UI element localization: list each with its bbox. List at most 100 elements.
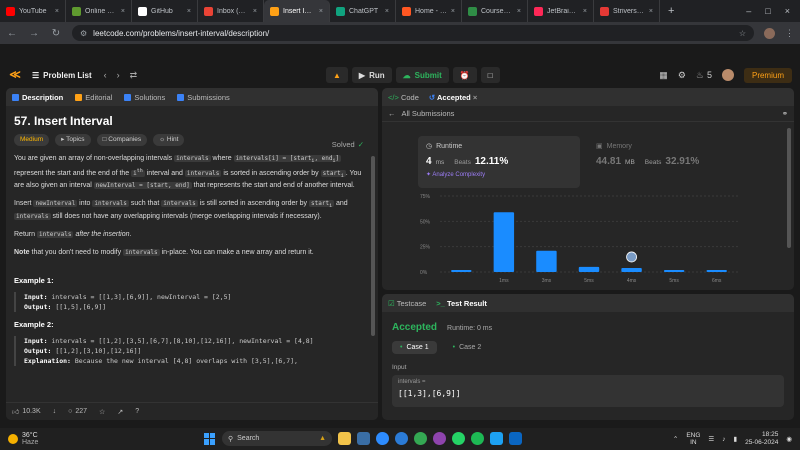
case-tab-1[interactable]: • Case 1 bbox=[392, 341, 437, 354]
tab-accepted[interactable]: ↺ Accepted × bbox=[429, 93, 477, 102]
close-tab-icon[interactable]: × bbox=[55, 8, 59, 15]
case-tab-2[interactable]: • Case 2 bbox=[445, 341, 490, 354]
browser-tab[interactable]: Courses G...× bbox=[462, 0, 528, 22]
zoom-icon[interactable] bbox=[376, 432, 389, 445]
browser-tab[interactable]: ChatGPT × bbox=[330, 0, 396, 22]
edge-icon[interactable] bbox=[395, 432, 408, 445]
analyze-complexity-link[interactable]: ✦ Analyze Complexity bbox=[426, 171, 572, 178]
taskbar-search[interactable]: ⚲ Search ▲ bbox=[222, 431, 332, 446]
clock[interactable]: 18:25 25-06-2024 bbox=[745, 431, 778, 447]
windows-start-icon[interactable] bbox=[204, 432, 216, 445]
chart-bar[interactable] bbox=[493, 212, 515, 272]
notes-button[interactable]: □ bbox=[480, 67, 500, 83]
site-info-icon[interactable]: ⚙ bbox=[80, 29, 87, 38]
help-icon[interactable]: ? bbox=[135, 408, 139, 415]
avatar[interactable] bbox=[721, 69, 734, 81]
chevron-up-icon[interactable]: ⌃ bbox=[673, 435, 678, 443]
streak-counter[interactable]: ♨ 5 bbox=[696, 70, 712, 81]
close-tab-icon[interactable]: × bbox=[253, 8, 257, 15]
notification-icon[interactable]: ◉ bbox=[786, 435, 792, 443]
settings-icon[interactable]: ⚙ bbox=[678, 70, 686, 81]
chart-bar[interactable] bbox=[578, 266, 600, 272]
companies-tag[interactable]: □ Companies bbox=[96, 134, 148, 146]
back-arrow-icon[interactable]: ← bbox=[388, 109, 396, 118]
shuffle-icon[interactable]: ⇄ bbox=[130, 70, 138, 81]
topics-tag[interactable]: ▸ Topics bbox=[55, 134, 91, 146]
tab-solutions[interactable]: Solutions bbox=[124, 93, 165, 102]
next-problem-icon[interactable]: › bbox=[117, 70, 120, 81]
favorite-icon[interactable]: ☆ bbox=[99, 408, 105, 416]
memory-card[interactable]: ▣ Memory 44.81 MB Beats 32.91% bbox=[588, 136, 750, 188]
runtime-card[interactable]: ◷ Runtime 4 ms Beats 12.11% ✦ Analyze Com… bbox=[418, 136, 580, 188]
spotify-icon[interactable] bbox=[471, 432, 484, 445]
comments-button[interactable]: ○ 227 bbox=[68, 408, 87, 415]
maximize-icon[interactable]: □ bbox=[765, 6, 770, 16]
tab-code[interactable]: </> Code bbox=[388, 93, 419, 102]
url-bar[interactable]: ⚙ leetcode.com/problems/insert-interval/… bbox=[72, 25, 754, 41]
volume-icon[interactable]: ♪ bbox=[722, 436, 725, 443]
close-tab-icon[interactable]: × bbox=[385, 8, 389, 15]
chart-bar[interactable] bbox=[451, 269, 472, 272]
layout-icon[interactable]: ▦ bbox=[659, 70, 668, 81]
submission-scrollbar[interactable] bbox=[787, 128, 791, 248]
description-scrollbar[interactable] bbox=[371, 156, 375, 336]
browser-tab[interactable]: GitHub × bbox=[132, 0, 198, 22]
chart-bar[interactable] bbox=[663, 269, 685, 272]
like-button[interactable]: 👍︎ 10.3K bbox=[12, 407, 41, 416]
battery-icon[interactable]: ▮ bbox=[734, 435, 738, 443]
hint-tag[interactable]: ☼ Hint bbox=[153, 134, 185, 146]
language-indicator[interactable]: ENG IN bbox=[686, 432, 700, 446]
share-icon[interactable]: ↗ bbox=[117, 408, 123, 416]
bookmark-star-icon[interactable]: ☆ bbox=[739, 29, 746, 38]
run-button[interactable]: ▶ Run bbox=[351, 67, 392, 83]
close-window-icon[interactable]: × bbox=[785, 6, 790, 16]
wifi-icon[interactable]: ☰ bbox=[708, 435, 714, 443]
browser-tab[interactable]: JetBrains ...× bbox=[528, 0, 594, 22]
whatsapp-icon[interactable] bbox=[452, 432, 465, 445]
forward-arrow-icon[interactable]: → bbox=[28, 28, 40, 39]
close-tab-icon[interactable]: × bbox=[121, 8, 125, 15]
browser-tab[interactable]: Strivers A...× bbox=[594, 0, 660, 22]
close-tab-icon[interactable]: × bbox=[517, 8, 521, 15]
chart-bar[interactable] bbox=[621, 267, 642, 272]
browser-tab[interactable]: Insert Inte...× bbox=[264, 0, 330, 22]
browser-tab[interactable]: Online Sh...× bbox=[66, 0, 132, 22]
all-submissions-bar[interactable]: ← All Submissions ⚭ bbox=[382, 106, 794, 122]
dislike-button[interactable]: ↓ bbox=[53, 408, 57, 415]
submit-button[interactable]: ☁ Submit bbox=[395, 67, 449, 83]
github-desktop-icon[interactable] bbox=[433, 432, 446, 445]
chrome-icon[interactable] bbox=[414, 432, 427, 445]
tab-submissions[interactable]: Submissions bbox=[177, 93, 230, 102]
browser-tab[interactable]: Inbox (4,1...× bbox=[198, 0, 264, 22]
close-icon[interactable]: × bbox=[473, 93, 477, 102]
back-arrow-icon[interactable]: ← bbox=[6, 28, 18, 39]
close-tab-icon[interactable]: × bbox=[187, 8, 191, 15]
close-tab-icon[interactable]: × bbox=[649, 8, 653, 15]
page-title[interactable]: 57. Insert Interval bbox=[14, 115, 370, 127]
file-explorer-icon[interactable] bbox=[338, 432, 351, 445]
minimize-icon[interactable]: – bbox=[746, 6, 751, 16]
reload-icon[interactable]: ↻ bbox=[50, 28, 62, 39]
chart-bar[interactable] bbox=[706, 269, 727, 272]
prev-problem-icon[interactable]: ‹ bbox=[104, 70, 107, 81]
browser-tab[interactable]: Home - Re...× bbox=[396, 0, 462, 22]
browser-tab[interactable]: YouTube × bbox=[0, 0, 66, 22]
premium-button[interactable]: Premium bbox=[743, 67, 792, 83]
tab-testcase[interactable]: ☑ Testcase bbox=[388, 299, 426, 308]
close-tab-icon[interactable]: × bbox=[319, 8, 323, 15]
linkedin-icon[interactable] bbox=[509, 432, 522, 445]
leetcode-logo-icon[interactable]: ≪ bbox=[8, 68, 22, 82]
profile-icon[interactable] bbox=[764, 27, 775, 39]
weather-widget[interactable]: 36°C Haze bbox=[8, 432, 38, 446]
store-icon[interactable] bbox=[357, 432, 370, 445]
debug-button[interactable]: ▲ bbox=[326, 67, 348, 83]
close-tab-icon[interactable]: × bbox=[583, 8, 587, 15]
problem-list-button[interactable]: ☰ Problem List bbox=[32, 71, 92, 80]
link-icon[interactable]: ⚭ bbox=[782, 109, 788, 118]
tab-editorial[interactable]: Editorial bbox=[75, 93, 112, 102]
close-tab-icon[interactable]: × bbox=[451, 8, 455, 15]
menu-icon[interactable]: ⋮ bbox=[785, 28, 794, 39]
twitter-icon[interactable] bbox=[490, 432, 503, 445]
chart-bar[interactable] bbox=[536, 250, 557, 272]
tab-description[interactable]: Description bbox=[12, 93, 63, 102]
